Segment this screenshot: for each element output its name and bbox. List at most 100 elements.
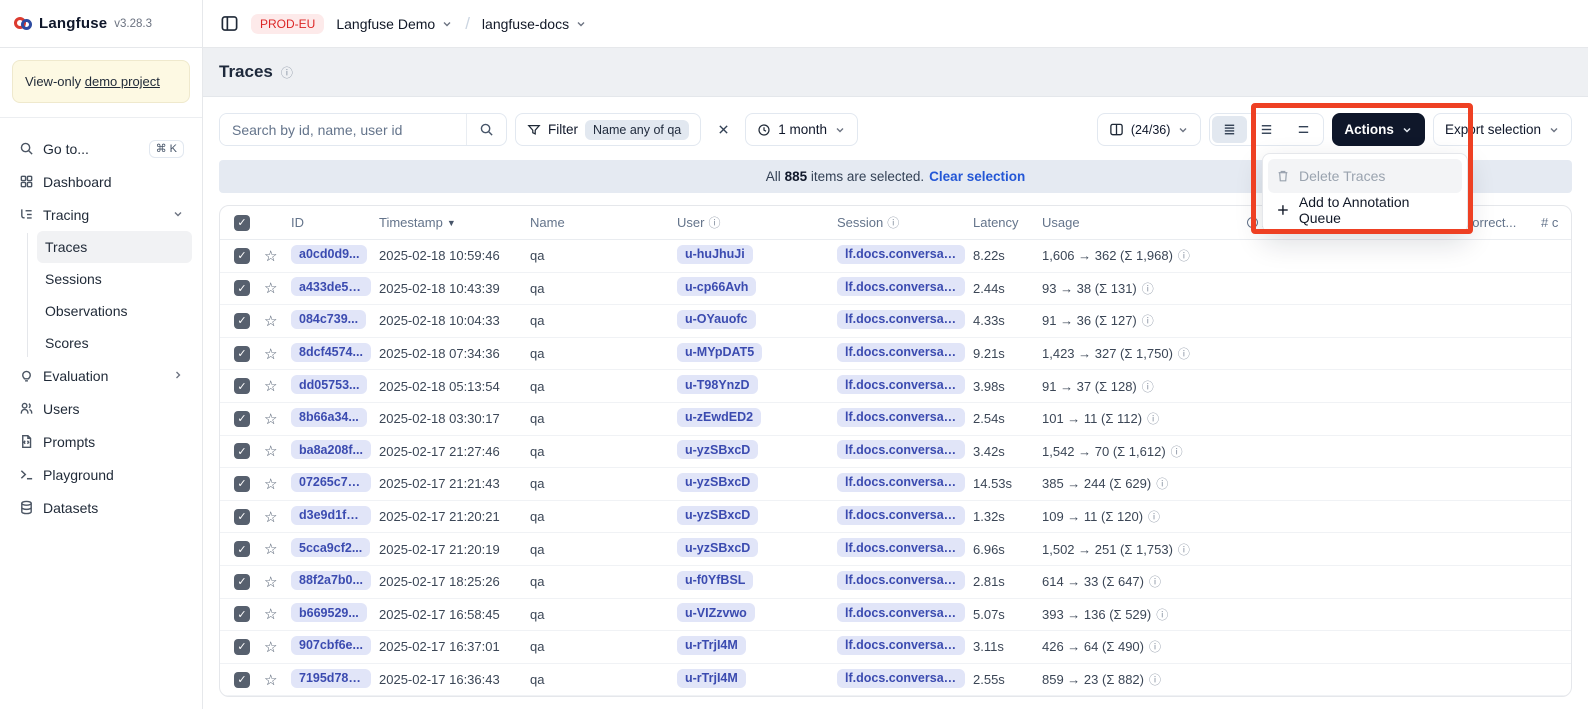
user-badge[interactable]: u-yzSBxcD <box>677 538 758 557</box>
trace-id-badge[interactable]: 8b66a34... <box>291 408 367 427</box>
sidebar-item-datasets[interactable]: Datasets <box>10 491 192 524</box>
table-row[interactable]: ✓ ☆ d3e9d1f2... 2025-02-17 21:20:21 qa u… <box>220 501 1571 534</box>
sidebar-item-users[interactable]: Users <box>10 392 192 425</box>
star-icon[interactable]: ☆ <box>264 606 277 623</box>
star-icon[interactable]: ☆ <box>264 509 277 526</box>
col-timestamp[interactable]: Timestamp▼ <box>375 215 526 230</box>
table-row[interactable]: ✓ ☆ 907cbf6e... 2025-02-17 16:37:01 qa u… <box>220 631 1571 664</box>
row-checkbox[interactable]: ✓ <box>234 378 250 394</box>
org-selector[interactable]: Langfuse Demo <box>336 16 453 32</box>
user-badge[interactable]: u-yzSBxcD <box>677 506 758 525</box>
row-checkbox[interactable]: ✓ <box>234 672 250 688</box>
time-range-button[interactable]: 1 month <box>745 113 858 146</box>
table-row[interactable]: ✓ ☆ 07265c7a... 2025-02-17 21:21:43 qa u… <box>220 468 1571 501</box>
user-badge[interactable]: u-yzSBxcD <box>677 440 758 459</box>
user-badge[interactable]: u-rTrjI4M <box>677 669 746 688</box>
session-badge[interactable]: lf.docs.conversation... <box>837 310 965 329</box>
sidebar-item-dashboard[interactable]: Dashboard <box>10 165 192 198</box>
export-selection-button[interactable]: Export selection <box>1433 113 1572 146</box>
col-score-last[interactable]: # c <box>1537 215 1572 230</box>
sidebar-item-tracing[interactable]: Tracing <box>10 198 192 231</box>
star-icon[interactable]: ☆ <box>264 346 277 363</box>
menu-item-add-to-annotation-queue[interactable]: Add to Annotation Queue <box>1268 193 1462 227</box>
trace-id-badge[interactable]: 8dcf4574... <box>291 343 371 362</box>
col-usage[interactable]: Usage <box>1038 215 1243 230</box>
user-badge[interactable]: u-cp66Avh <box>677 277 756 296</box>
user-badge[interactable]: u-MYpDAT5 <box>677 343 762 362</box>
table-row[interactable]: ✓ ☆ ba8a208f... 2025-02-17 21:27:46 qa u… <box>220 436 1571 469</box>
trace-id-badge[interactable]: dd05753... <box>291 375 367 394</box>
row-checkbox[interactable]: ✓ <box>234 541 250 557</box>
user-badge[interactable]: u-zEwdED2 <box>677 408 761 427</box>
row-checkbox[interactable]: ✓ <box>234 606 250 622</box>
col-id[interactable]: ID <box>287 215 375 230</box>
trace-id-badge[interactable]: ba8a208f... <box>291 440 371 459</box>
session-badge[interactable]: lf.docs.conversation... <box>837 669 965 688</box>
filter-button[interactable]: Filter Name any of qa <box>515 113 701 146</box>
session-badge[interactable]: lf.docs.conversation... <box>837 636 965 655</box>
demo-project-link[interactable]: demo project <box>85 74 160 89</box>
menu-item-delete-traces[interactable]: Delete Traces <box>1268 159 1462 193</box>
table-row[interactable]: ✓ ☆ a433de51... 2025-02-18 10:43:39 qa u… <box>220 273 1571 306</box>
sidebar-item-playground[interactable]: Playground <box>10 458 192 491</box>
star-icon[interactable]: ☆ <box>264 443 277 460</box>
user-badge[interactable]: u-yzSBxcD <box>677 473 758 492</box>
table-row[interactable]: ✓ ☆ a0cd0d9... 2025-02-18 10:59:46 qa u-… <box>220 240 1571 273</box>
user-badge[interactable]: u-OYauofc <box>677 310 756 329</box>
col-user[interactable]: Userⓘ <box>673 214 833 231</box>
session-badge[interactable]: lf.docs.conversation... <box>837 245 965 264</box>
columns-button[interactable]: (24/36) <box>1097 113 1202 146</box>
star-icon[interactable]: ☆ <box>264 541 277 558</box>
row-checkbox[interactable]: ✓ <box>234 346 250 362</box>
user-badge[interactable]: u-VIZzvwo <box>677 603 755 622</box>
session-badge[interactable]: lf.docs.conversation... <box>837 506 965 525</box>
sidebar-toggle-icon[interactable] <box>219 14 239 34</box>
table-row[interactable]: ✓ ☆ b669529... 2025-02-17 16:58:45 qa u-… <box>220 599 1571 632</box>
star-icon[interactable]: ☆ <box>264 411 277 428</box>
trace-id-badge[interactable]: a433de51... <box>291 277 371 296</box>
row-checkbox[interactable]: ✓ <box>234 574 250 590</box>
col-latency[interactable]: Latency <box>969 215 1038 230</box>
trace-id-badge[interactable]: 5cca9cf2... <box>291 538 370 557</box>
sidebar-item-observations[interactable]: Observations <box>37 295 192 327</box>
row-checkbox[interactable]: ✓ <box>234 313 250 329</box>
session-badge[interactable]: lf.docs.conversation... <box>837 375 965 394</box>
sidebar-item-sessions[interactable]: Sessions <box>37 263 192 295</box>
row-checkbox[interactable]: ✓ <box>234 509 250 525</box>
star-icon[interactable]: ☆ <box>264 672 277 689</box>
sidebar-item-scores[interactable]: Scores <box>37 327 192 359</box>
table-row[interactable]: ✓ ☆ 084c739... 2025-02-18 10:04:33 qa u-… <box>220 305 1571 338</box>
trace-id-badge[interactable]: a0cd0d9... <box>291 245 367 264</box>
star-icon[interactable]: ☆ <box>264 476 277 493</box>
star-icon[interactable]: ☆ <box>264 574 277 591</box>
session-badge[interactable]: lf.docs.conversation... <box>837 473 965 492</box>
table-row[interactable]: ✓ ☆ 5cca9cf2... 2025-02-17 21:20:19 qa u… <box>220 533 1571 566</box>
trace-id-badge[interactable]: 084c739... <box>291 310 366 329</box>
row-height-small-icon[interactable] <box>1212 116 1247 143</box>
session-badge[interactable]: lf.docs.conversation... <box>837 343 965 362</box>
session-badge[interactable]: lf.docs.conversation... <box>837 440 965 459</box>
row-checkbox[interactable]: ✓ <box>234 248 250 264</box>
row-checkbox[interactable]: ✓ <box>234 443 250 459</box>
trace-id-badge[interactable]: 907cbf6e... <box>291 636 371 655</box>
row-height-medium-icon[interactable] <box>1249 116 1284 143</box>
table-row[interactable]: ✓ ☆ 88f2a7b0... 2025-02-17 18:25:26 qa u… <box>220 566 1571 599</box>
sidebar-item-prompts[interactable]: Prompts <box>10 425 192 458</box>
search-icon[interactable] <box>466 114 506 145</box>
table-row[interactable]: ✓ ☆ 8dcf4574... 2025-02-18 07:34:36 qa u… <box>220 338 1571 371</box>
trace-id-badge[interactable]: 88f2a7b0... <box>291 571 371 590</box>
select-all-checkbox[interactable]: ✓ <box>234 215 250 231</box>
sidebar-item-traces[interactable]: Traces <box>37 231 192 263</box>
star-icon[interactable]: ☆ <box>264 639 277 656</box>
clear-filter-icon[interactable] <box>709 116 737 144</box>
row-checkbox[interactable]: ✓ <box>234 411 250 427</box>
star-icon[interactable]: ☆ <box>264 313 277 330</box>
sidebar-item-evaluation[interactable]: Evaluation <box>10 359 192 392</box>
star-icon[interactable]: ☆ <box>264 378 277 395</box>
col-session[interactable]: Sessionⓘ <box>833 214 969 231</box>
table-row[interactable]: ✓ ☆ 8b66a34... 2025-02-18 03:30:17 qa u-… <box>220 403 1571 436</box>
session-badge[interactable]: lf.docs.conversation... <box>837 277 965 296</box>
user-badge[interactable]: u-f0YfBSL <box>677 571 753 590</box>
actions-button[interactable]: Actions <box>1332 113 1425 146</box>
session-badge[interactable]: lf.docs.conversation... <box>837 571 965 590</box>
